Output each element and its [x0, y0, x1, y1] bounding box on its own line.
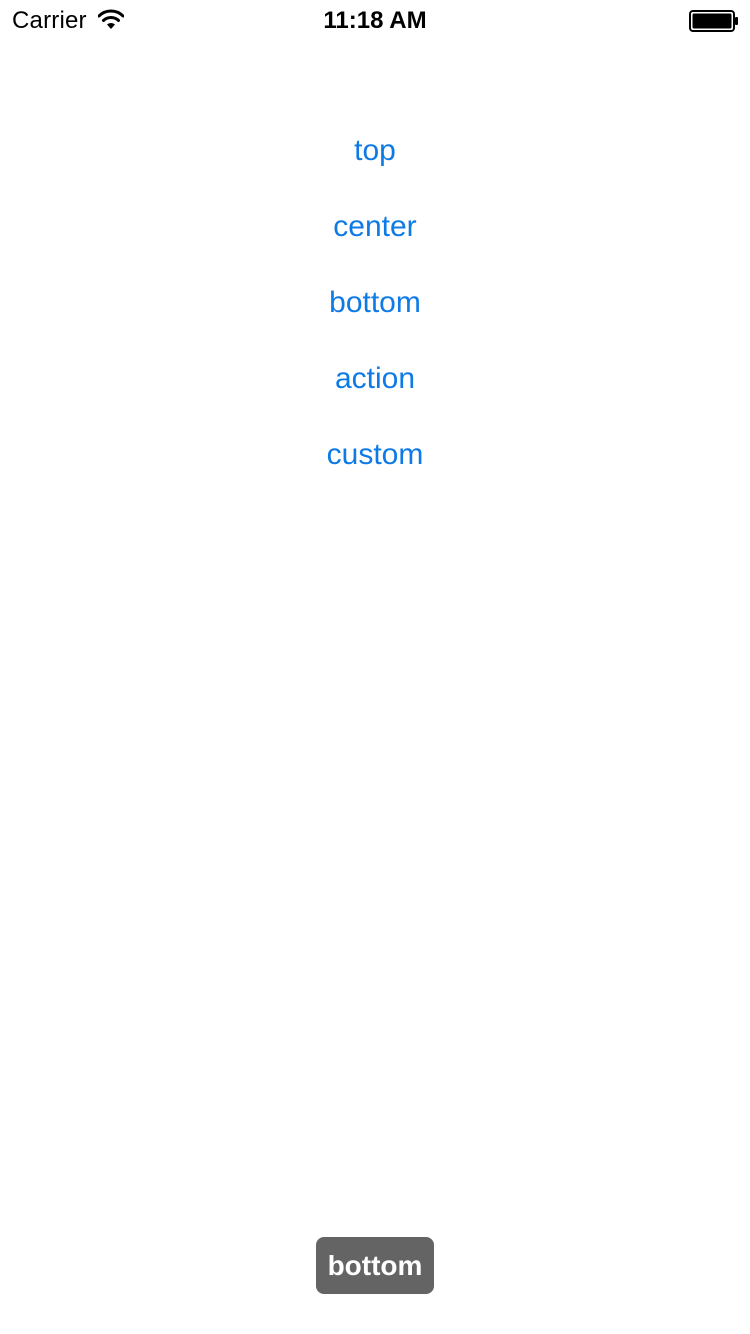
- center-button[interactable]: center: [275, 199, 475, 255]
- status-bar: Carrier 11:18 AM: [0, 0, 750, 40]
- top-button[interactable]: top: [275, 123, 475, 179]
- custom-button[interactable]: custom: [275, 427, 475, 483]
- status-time: 11:18 AM: [323, 7, 427, 34]
- toast-message: bottom: [316, 1237, 434, 1294]
- action-button[interactable]: action: [275, 351, 475, 407]
- battery-icon: [689, 10, 738, 32]
- app-screen: Carrier 11:18 AM top center bottom actio…: [0, 0, 750, 1334]
- bottom-button[interactable]: bottom: [275, 275, 475, 331]
